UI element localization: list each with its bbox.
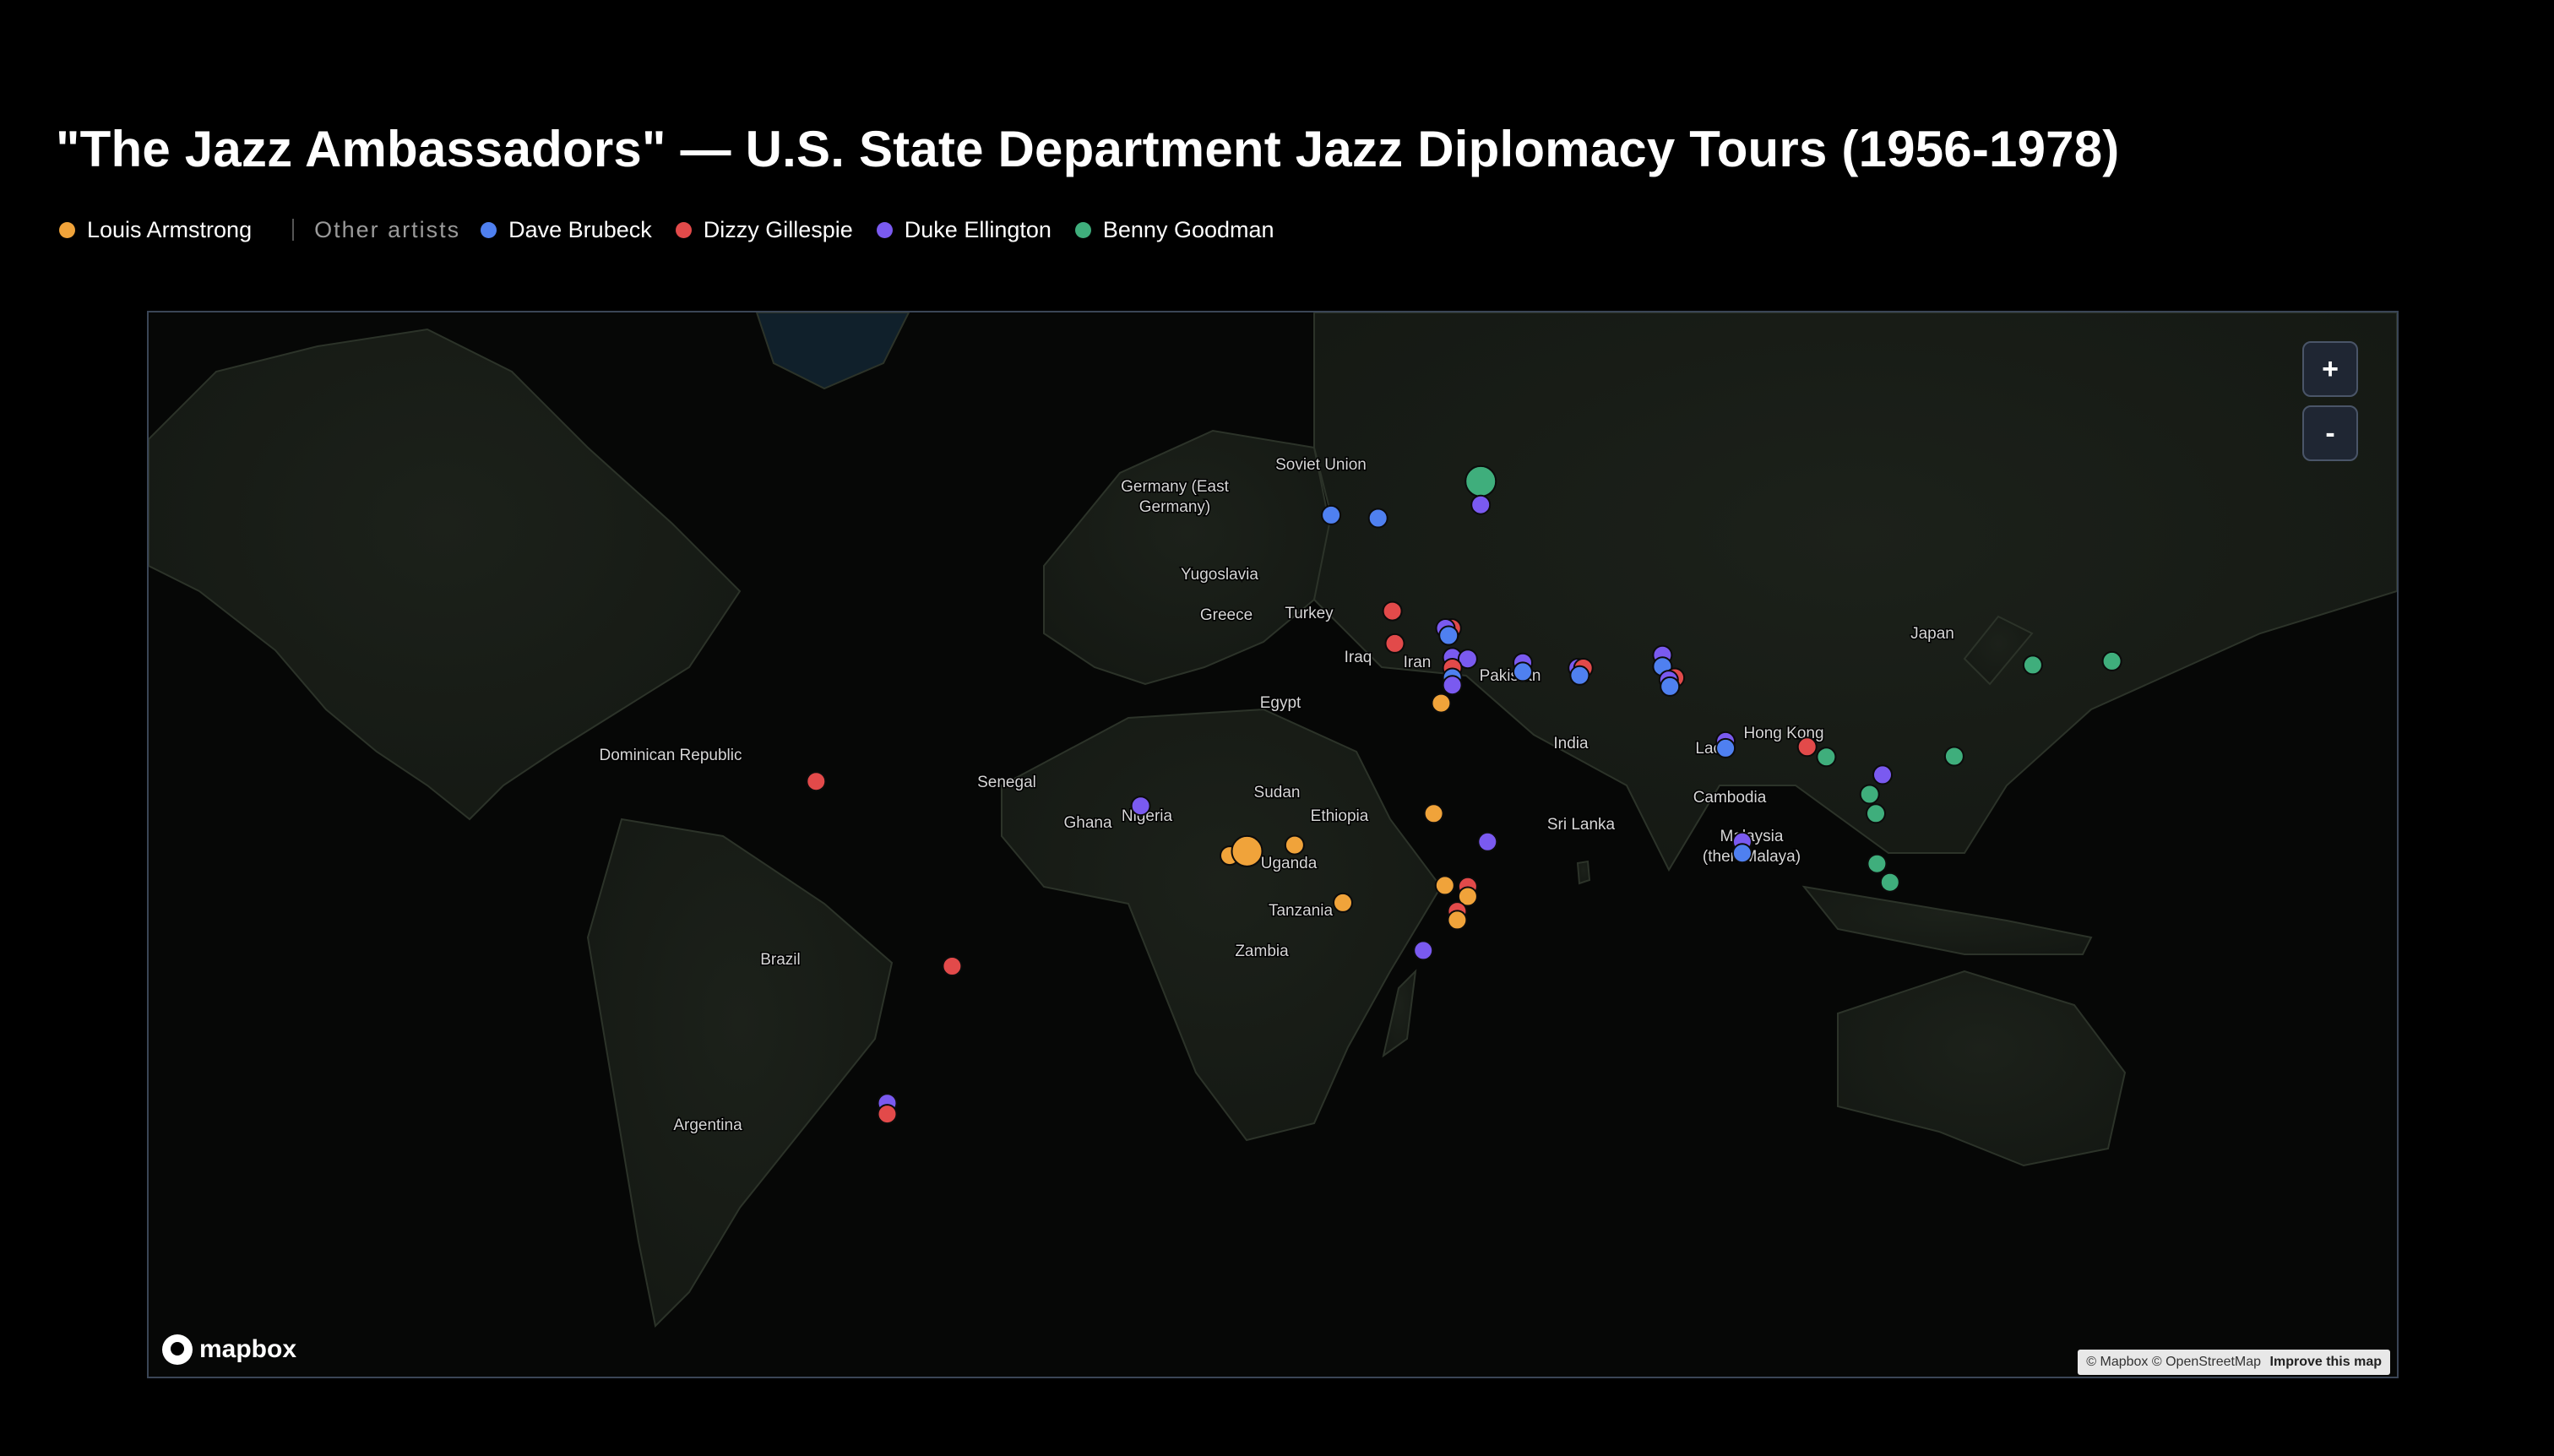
place-label: Germany): [1139, 498, 1210, 516]
place-label: Germany (East: [1121, 478, 1229, 496]
tour-marker-pakistan[interactable]: [1660, 676, 1681, 697]
tour-marker-sudan[interactable]: [1423, 803, 1444, 824]
place-label: Ethiopia: [1311, 807, 1369, 825]
tour-marker-laos[interactable]: [1872, 764, 1893, 785]
legend-label: Dizzy Gillespie: [703, 216, 853, 242]
tour-marker-senegal[interactable]: [1130, 796, 1151, 817]
place-label: Dominican Republic: [600, 747, 742, 764]
tour-marker-egypt[interactable]: [1442, 675, 1463, 696]
tour-marker-sri-lanka[interactable]: [1731, 843, 1752, 864]
legend-label: Louis Armstrong: [87, 216, 253, 242]
place-label: Yugoslavia: [1181, 566, 1258, 584]
tour-marker-ghana[interactable]: [1231, 834, 1263, 867]
tour-marker-cambodia[interactable]: [1866, 803, 1886, 824]
legend-item-louis-armstrong[interactable]: Louis Armstrong: [59, 217, 252, 243]
tour-marker-turkey[interactable]: [1438, 625, 1459, 646]
place-label: Egypt: [1260, 694, 1301, 712]
tour-marker-malaysia[interactable]: [1867, 853, 1888, 874]
zoom-out-button[interactable]: -: [2302, 405, 2358, 461]
place-label: Senegal: [977, 774, 1036, 791]
tour-marker-nigeria[interactable]: [1284, 834, 1305, 856]
improve-map-link[interactable]: Improve this map: [2270, 1355, 2382, 1369]
tour-marker-iran[interactable]: [1569, 665, 1590, 686]
legend-other-artists-label: Other artists: [314, 216, 461, 242]
map-canvas[interactable]: Soviet Union Germany (East Germany) Yugosla…: [149, 312, 2397, 1377]
legend-label: Duke Ellington: [904, 216, 1051, 242]
tour-marker-malaysia[interactable]: [1879, 872, 1900, 893]
place-label: Sri Lanka: [1547, 816, 1616, 834]
tour-marker-yugoslavia[interactable]: [1382, 600, 1403, 622]
mapbox-logo-text: mapbox: [199, 1335, 297, 1363]
tour-marker-thailand[interactable]: [1859, 784, 1880, 805]
tour-marker-brazil[interactable]: [942, 956, 963, 976]
place-label: Greece: [1200, 606, 1253, 624]
tour-marker-argentina[interactable]: [877, 1104, 898, 1125]
place-label: Zambia: [1235, 943, 1289, 960]
legend-item-dave-brubeck[interactable]: Dave Brubeck: [481, 217, 652, 243]
tour-marker-bangladesh[interactable]: [1796, 736, 1818, 758]
mapbox-logo[interactable]: mapbox: [162, 1334, 296, 1365]
tour-marker-congo[interactable]: [1333, 892, 1353, 913]
place-label: Ghana: [1063, 814, 1111, 832]
attribution-text[interactable]: © Mapbox © OpenStreetMap: [2086, 1355, 2261, 1369]
tour-marker-burma[interactable]: [1816, 747, 1837, 768]
tour-marker-ethiopia[interactable]: [1477, 831, 1498, 852]
place-label: Turkey: [1285, 605, 1334, 622]
tour-marker-uganda[interactable]: [1434, 875, 1455, 896]
tour-marker-east-germany[interactable]: [1321, 504, 1342, 525]
map-attribution[interactable]: © Mapbox © OpenStreetMap Improve this ma…: [2078, 1350, 2390, 1375]
place-label: India: [1553, 735, 1589, 752]
tour-marker-korea[interactable]: [2022, 655, 2043, 676]
sri-lanka-land: [1576, 860, 1591, 885]
mapbox-logo-icon: [162, 1334, 193, 1365]
legend-label: Dave Brubeck: [508, 216, 652, 242]
legend-dot-icon: [59, 221, 75, 238]
tour-marker-japan[interactable]: [2101, 650, 2122, 671]
legend-divider: [292, 219, 295, 241]
tour-marker-iraq[interactable]: [1513, 661, 1533, 682]
place-label: Cambodia: [1693, 789, 1767, 807]
legend-dot-icon: [876, 221, 893, 238]
legend-dot-icon: [1074, 221, 1091, 238]
tour-marker-india[interactable]: [1715, 737, 1736, 758]
legend-dot-icon: [675, 221, 692, 238]
zoom-in-button[interactable]: +: [2302, 341, 2358, 397]
tour-marker-hong-kong[interactable]: [1943, 746, 1964, 767]
tour-marker-poland[interactable]: [1367, 508, 1388, 529]
tour-marker-tanzania[interactable]: [1447, 910, 1468, 931]
legend-label: Benny Goodman: [1102, 216, 1274, 242]
place-label: Argentina: [673, 1116, 742, 1134]
place-label: Soviet Union: [1275, 456, 1367, 474]
tour-marker-dominican-republic[interactable]: [806, 771, 827, 792]
place-label: Iran: [1404, 654, 1432, 671]
legend-item-benny-goodman[interactable]: Benny Goodman: [1074, 216, 1274, 243]
tour-marker-soviet-union[interactable]: [1470, 494, 1492, 515]
place-label: Sudan: [1254, 784, 1301, 801]
place-label: Brazil: [760, 951, 801, 969]
world-map[interactable]: Soviet Union Germany (East Germany) Yugosla…: [147, 311, 2399, 1378]
tour-marker-zambia[interactable]: [1413, 940, 1434, 961]
tour-marker-egypt[interactable]: [1431, 693, 1452, 714]
legend-item-dizzy-gillespie[interactable]: Dizzy Gillespie: [675, 216, 853, 243]
place-label: Uganda: [1261, 855, 1318, 872]
tour-marker-soviet-union[interactable]: [1464, 465, 1497, 497]
place-label: Japan: [1910, 625, 1954, 643]
legend-item-duke-ellington[interactable]: Duke Ellington: [876, 216, 1051, 243]
legend-dot-icon: [481, 221, 497, 238]
legend: Louis Armstrong Other artists Dave Brube…: [59, 213, 1298, 247]
place-label: Iraq: [1345, 649, 1372, 666]
tour-marker-greece[interactable]: [1384, 633, 1405, 654]
page-title: "The Jazz Ambassadors" — U.S. State Depa…: [56, 121, 2120, 177]
place-label: Tanzania: [1269, 902, 1333, 920]
